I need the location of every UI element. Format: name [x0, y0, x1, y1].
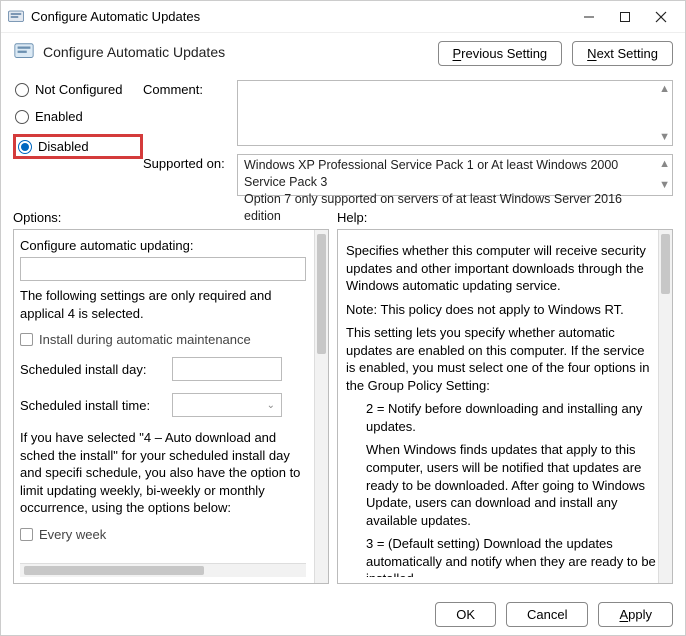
- radio-icon: [15, 83, 29, 97]
- radio-icon: [15, 110, 29, 124]
- scroll-down-icon[interactable]: ▼: [659, 178, 670, 193]
- help-label: Help:: [337, 210, 673, 225]
- close-button[interactable]: [643, 3, 679, 31]
- horizontal-scrollbar[interactable]: [20, 563, 306, 577]
- maximize-button[interactable]: [607, 3, 643, 31]
- ok-button[interactable]: OK: [435, 602, 496, 627]
- help-text: 3 = (Default setting) Download the updat…: [346, 535, 656, 577]
- radio-not-configured[interactable]: Not Configured: [13, 80, 143, 99]
- page-title: Configure Automatic Updates: [43, 44, 225, 60]
- settings-note: The following settings are only required…: [20, 287, 306, 322]
- help-panel: Specifies whether this computer will rec…: [337, 229, 673, 584]
- previous-setting-button[interactable]: Previous Setting: [438, 41, 563, 66]
- dialog-window: Configure Automatic Updates Configure Au…: [0, 0, 686, 636]
- every-week-checkbox[interactable]: Every week: [20, 527, 306, 542]
- header-row: Configure Automatic Updates Previous Set…: [13, 41, 673, 66]
- comment-label: Comment:: [143, 80, 229, 146]
- window-title: Configure Automatic Updates: [31, 9, 200, 24]
- scheduled-time-combo[interactable]: ⌄: [172, 393, 282, 417]
- scheduled-day-label: Scheduled install day:: [20, 362, 164, 377]
- help-text: This setting lets you specify whether au…: [346, 324, 656, 394]
- scroll-up-icon[interactable]: ▲: [659, 157, 670, 172]
- scheduled-day-combo[interactable]: [172, 357, 282, 381]
- supported-on-text: Windows XP Professional Service Pack 1 o…: [237, 154, 673, 196]
- footer-buttons: OK Cancel Apply: [1, 594, 685, 635]
- configure-updating-combo[interactable]: [20, 257, 306, 281]
- state-radio-group: Not Configured Enabled Disabled: [13, 80, 143, 196]
- help-text: Specifies whether this computer will rec…: [346, 242, 656, 295]
- next-setting-button[interactable]: Next Setting: [572, 41, 673, 66]
- vertical-scrollbar[interactable]: [658, 230, 672, 583]
- options-panel: Configure automatic updating: The follow…: [13, 229, 329, 584]
- scroll-up-icon[interactable]: ▲: [659, 83, 670, 95]
- options-label: Options:: [13, 210, 329, 225]
- policy-icon: [7, 8, 25, 26]
- minimize-button[interactable]: [571, 3, 607, 31]
- options-long-text: If you have selected "4 – Auto download …: [20, 429, 306, 517]
- vertical-scrollbar[interactable]: [314, 230, 328, 583]
- help-text: 2 = Notify before downloading and instal…: [346, 400, 656, 435]
- configure-updating-label: Configure automatic updating:: [20, 238, 306, 253]
- radio-disabled[interactable]: Disabled: [13, 134, 143, 159]
- help-text: When Windows finds updates that apply to…: [346, 441, 656, 529]
- radio-enabled[interactable]: Enabled: [13, 107, 143, 126]
- checkbox-icon: [20, 333, 33, 346]
- chevron-down-icon: ⌄: [267, 400, 275, 411]
- help-text: Note: This policy does not apply to Wind…: [346, 301, 656, 319]
- checkbox-icon: [20, 528, 33, 541]
- scheduled-time-label: Scheduled install time:: [20, 398, 164, 413]
- content-area: Configure Automatic Updates Previous Set…: [1, 33, 685, 594]
- titlebar: Configure Automatic Updates: [1, 1, 685, 33]
- apply-button[interactable]: Apply: [598, 602, 673, 627]
- header-policy-icon: [13, 41, 35, 63]
- comment-textarea[interactable]: ▲ ▼: [237, 80, 673, 146]
- radio-icon: [18, 140, 32, 154]
- cancel-button[interactable]: Cancel: [506, 602, 588, 627]
- scroll-down-icon[interactable]: ▼: [659, 131, 670, 143]
- supported-on-label: Supported on:: [143, 154, 229, 196]
- install-maintenance-checkbox[interactable]: Install during automatic maintenance: [20, 332, 306, 347]
